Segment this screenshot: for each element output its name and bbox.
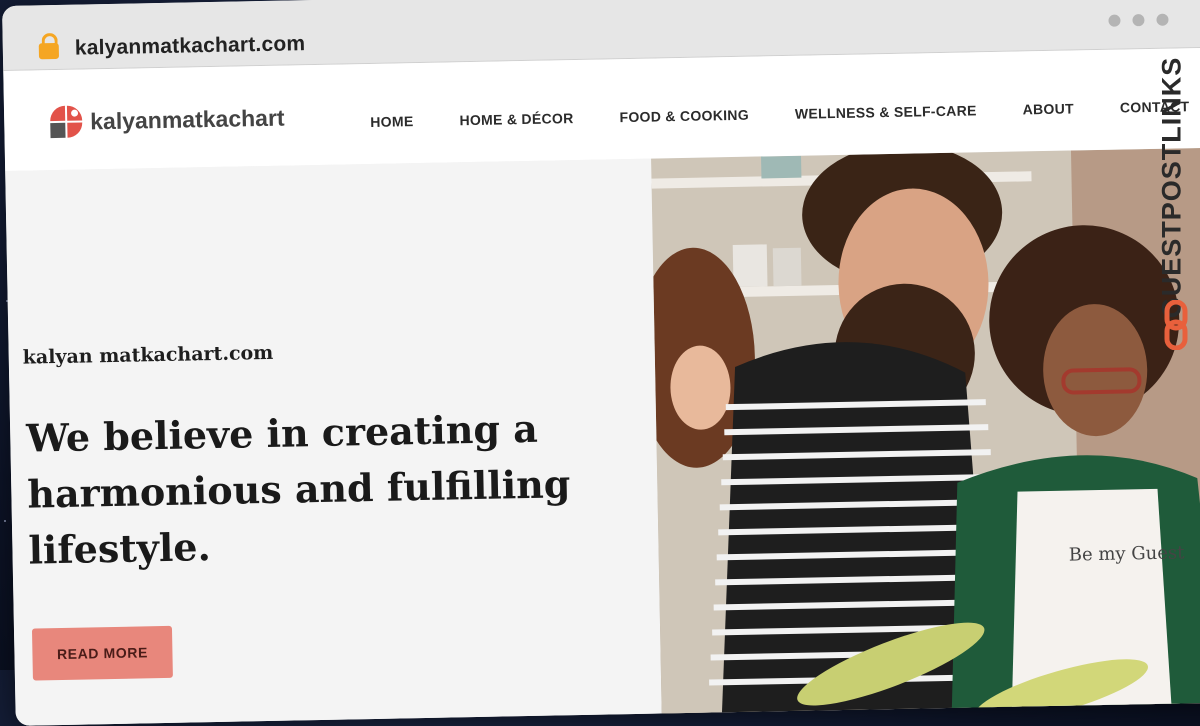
nav-item-home[interactable]: HOME [370,113,414,130]
nav-item-food-cooking[interactable]: FOOD & COOKING [619,107,749,125]
hero-photo-illustration: Be my Guest [651,147,1200,719]
nav-item-about[interactable]: ABOUT [1022,100,1074,117]
main-nav: HOME HOME & DÉCOR FOOD & COOKING WELLNES… [370,98,1189,130]
window-dot-icon[interactable] [1108,14,1121,27]
hero-eyebrow: kalyan matkachart.com [22,341,274,369]
hero-section: kalyan matkachart.com We believe in crea… [5,147,1200,726]
logo-mark-icon [49,105,83,139]
nav-item-wellness[interactable]: WELLNESS & SELF-CARE [795,102,977,121]
logo-text: kalyanmatkachart [89,104,285,134]
read-more-button[interactable]: READ MORE [31,625,173,681]
chain-link-icon [1164,300,1188,350]
window-controls [1108,13,1169,27]
nav-item-home-decor[interactable]: HOME & DÉCOR [459,110,573,128]
window-dot-icon[interactable] [1156,13,1169,26]
browser-window: kalyanmatkachart.com kalyanmatkachart HO… [2,0,1200,726]
address-bar-url[interactable]: kalyanmatkachart.com [75,32,306,60]
site-logo[interactable]: kalyanmatkachart [49,102,285,139]
hero-headline: We believe in creating a harmonious and … [25,405,571,573]
window-dot-icon[interactable] [1132,14,1145,27]
lock-icon [38,42,60,60]
apron-text: Be my Guest [1069,542,1186,565]
watermark-text: GUESTPOSTLINKS [1156,56,1187,319]
hero-photo: Be my Guest [651,147,1200,719]
hero-text-panel: kalyan matkachart.com We believe in crea… [5,158,662,726]
